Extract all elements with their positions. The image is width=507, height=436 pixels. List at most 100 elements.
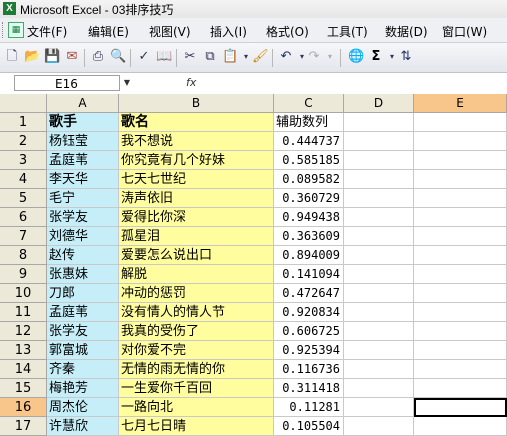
cell-singer[interactable]: 孟庭苇	[47, 151, 119, 170]
cell-empty[interactable]	[414, 113, 507, 132]
cell-helper-number[interactable]: 0.141094	[274, 265, 344, 284]
cell-song-title[interactable]: 你究竟有几个好妹	[119, 151, 274, 170]
name-box[interactable]: E16	[14, 75, 120, 91]
cell-empty[interactable]	[414, 132, 507, 151]
cell-singer[interactable]: 梅艳芳	[47, 379, 119, 398]
cell-empty[interactable]	[344, 113, 414, 132]
row-header[interactable]: 17	[0, 417, 47, 436]
cell-empty[interactable]	[344, 303, 414, 322]
row-header[interactable]: 7	[0, 227, 47, 246]
hyperlink-icon[interactable]: 🌐	[348, 49, 364, 65]
cell-empty[interactable]	[414, 303, 507, 322]
cell-helper-number[interactable]: 0.920834	[274, 303, 344, 322]
cell-song-title[interactable]: 一路向北	[119, 398, 274, 417]
row-header[interactable]: 12	[0, 322, 47, 341]
cell-helper-number[interactable]: 0.606725	[274, 322, 344, 341]
cell-song-title[interactable]: 涛声依旧	[119, 189, 274, 208]
print-icon[interactable]: ⎙	[90, 49, 106, 65]
name-box-dropdown-icon[interactable]: ▼	[120, 75, 134, 91]
cell-helper-number[interactable]: 0.360729	[274, 189, 344, 208]
row-header[interactable]: 10	[0, 284, 47, 303]
row-header[interactable]: 13	[0, 341, 47, 360]
cell-empty[interactable]	[344, 379, 414, 398]
cell-empty[interactable]	[414, 379, 507, 398]
cell-helper-number[interactable]: 0.949438	[274, 208, 344, 227]
menu-insert[interactable]: 插入(I)	[210, 23, 247, 40]
row-header[interactable]: 5	[0, 189, 47, 208]
menu-view[interactable]: 视图(V)	[149, 23, 191, 40]
cell-singer[interactable]: 刘德华	[47, 227, 119, 246]
cell-song-title[interactable]: 解脱	[119, 265, 274, 284]
cell-empty[interactable]	[414, 246, 507, 265]
column-header[interactable]: E	[414, 94, 507, 113]
menu-tools[interactable]: 工具(T)	[327, 23, 368, 40]
cell-singer[interactable]: 杨钰莹	[47, 132, 119, 151]
cell-song-title[interactable]: 七月七日晴	[119, 417, 274, 436]
cell-singer[interactable]: 郭富城	[47, 341, 119, 360]
cell-song-title[interactable]: 我不想说	[119, 132, 274, 151]
cell-singer[interactable]: 孟庭苇	[47, 303, 119, 322]
column-header[interactable]: D	[344, 94, 414, 113]
cell-singer[interactable]: 赵传	[47, 246, 119, 265]
cell-song-title[interactable]: 爱得比你深	[119, 208, 274, 227]
cell-singer[interactable]: 齐秦	[47, 360, 119, 379]
spelling-icon[interactable]: ✓	[136, 49, 152, 65]
menu-file[interactable]: 文件(F)	[27, 23, 67, 40]
row-header[interactable]: 2	[0, 132, 47, 151]
cell-helper-number[interactable]: 0.444737	[274, 132, 344, 151]
cell-empty[interactable]	[344, 284, 414, 303]
row-header[interactable]: 9	[0, 265, 47, 284]
excel-app-icon[interactable]: X	[3, 2, 16, 15]
cell-helper-number[interactable]: 辅助数列	[274, 113, 344, 132]
cell-singer[interactable]: 周杰伦	[47, 398, 119, 417]
print-preview-icon[interactable]: 🔍	[110, 49, 126, 65]
cell-empty[interactable]	[344, 265, 414, 284]
cell-singer[interactable]: 歌手	[47, 113, 119, 132]
cell-helper-number[interactable]: 0.105504	[274, 417, 344, 436]
copy-icon[interactable]: ⧉	[202, 49, 218, 65]
cell-empty[interactable]	[414, 227, 507, 246]
cell-song-title[interactable]: 七天七世纪	[119, 170, 274, 189]
cell-singer[interactable]: 张惠妹	[47, 265, 119, 284]
row-header[interactable]: 8	[0, 246, 47, 265]
toolbar-grip[interactable]	[2, 22, 6, 38]
row-header[interactable]: 3	[0, 151, 47, 170]
cell-empty[interactable]	[414, 208, 507, 227]
cell-song-title[interactable]: 一生爱你千百回	[119, 379, 274, 398]
cell-empty[interactable]	[344, 170, 414, 189]
paste-icon[interactable]: 📋	[222, 49, 238, 65]
cell-singer[interactable]: 李天华	[47, 170, 119, 189]
cell-empty[interactable]	[414, 417, 507, 436]
row-header[interactable]: 11	[0, 303, 47, 322]
cell-song-title[interactable]: 歌名	[119, 113, 274, 132]
cell-singer[interactable]: 张学友	[47, 322, 119, 341]
save-icon[interactable]: 💾	[44, 49, 60, 65]
cell-song-title[interactable]: 没有情人的情人节	[119, 303, 274, 322]
cell-empty[interactable]	[344, 151, 414, 170]
cell-song-title[interactable]: 我真的受伤了	[119, 322, 274, 341]
cell-helper-number[interactable]: 0.894009	[274, 246, 344, 265]
format-painter-icon[interactable]: 🖌	[252, 49, 269, 65]
cell-empty[interactable]	[344, 208, 414, 227]
row-header[interactable]: 15	[0, 379, 47, 398]
cell-helper-number[interactable]: 0.116736	[274, 360, 344, 379]
cell-empty[interactable]	[344, 189, 414, 208]
cell-singer[interactable]: 许慧欣	[47, 417, 119, 436]
column-header[interactable]: B	[119, 94, 274, 113]
document-icon[interactable]: ▦	[8, 22, 24, 38]
cell-helper-number[interactable]: 0.585185	[274, 151, 344, 170]
row-header[interactable]: 4	[0, 170, 47, 189]
row-header[interactable]: 6	[0, 208, 47, 227]
open-icon[interactable]: 📂	[24, 49, 40, 65]
cell-empty[interactable]	[414, 170, 507, 189]
row-header[interactable]: 1	[0, 113, 47, 132]
redo-dropdown-icon[interactable]: ▾	[322, 49, 338, 65]
formula-input[interactable]	[204, 75, 504, 91]
research-icon[interactable]: 📖	[156, 49, 172, 65]
column-header[interactable]: A	[47, 94, 119, 113]
new-icon[interactable]: 🗋	[4, 49, 20, 65]
cell-empty[interactable]	[344, 417, 414, 436]
cell-empty[interactable]	[344, 322, 414, 341]
cell-helper-number[interactable]: 0.925394	[274, 341, 344, 360]
cell-song-title[interactable]: 爱要怎么说出口	[119, 246, 274, 265]
